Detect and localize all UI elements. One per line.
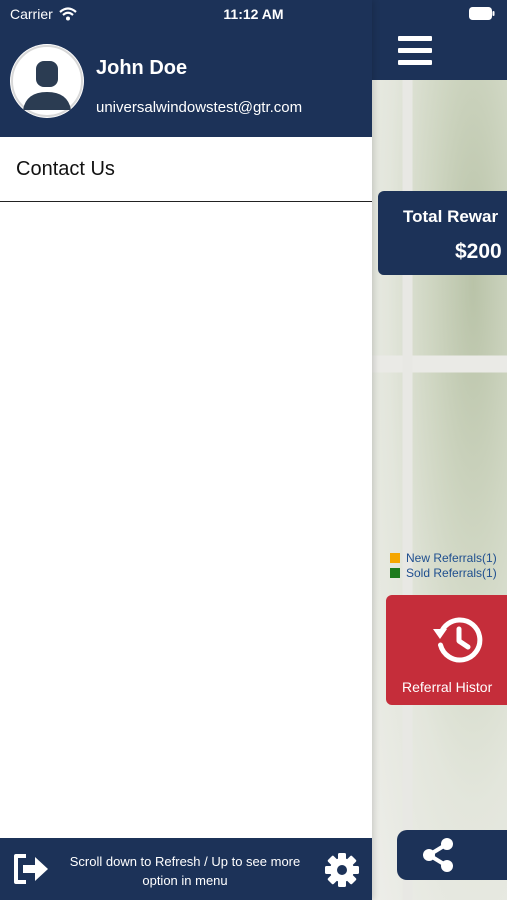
legend-new-referrals: New Referrals(1): [390, 550, 497, 565]
share-button[interactable]: [397, 830, 507, 880]
hamburger-icon[interactable]: [398, 36, 432, 66]
user-email: universalwindowstest@gtr.com: [96, 99, 303, 116]
drawer-footer: Scroll down to Refresh / Up to see more …: [0, 838, 372, 900]
menu-item-label: Contact Us: [16, 158, 115, 180]
logout-icon[interactable]: [12, 853, 50, 885]
gear-icon[interactable]: [323, 851, 361, 889]
battery-icon: [469, 7, 495, 20]
referral-history-button[interactable]: Referral Histor: [386, 595, 507, 705]
rewards-amount: $200: [455, 240, 502, 263]
user-avatar-icon: [10, 44, 84, 118]
status-time: 11:12 AM: [223, 6, 284, 22]
referral-history-label: Referral Histor: [402, 679, 493, 695]
status-bar: Carrier 11:12 AM: [0, 0, 507, 28]
user-name: John Doe: [96, 57, 188, 79]
rewards-title: Total Rewar: [403, 207, 499, 226]
referrals-legend: New Referrals(1) Sold Referrals(1): [390, 550, 497, 580]
history-icon: [433, 617, 483, 663]
total-rewards-card: Total Rewar $200: [378, 191, 507, 275]
navigation-drawer: John Doe universalwindowstest@gtr.com Co…: [0, 0, 372, 900]
legend-label: Sold Referrals(1): [406, 565, 497, 580]
legend-label: New Referrals(1): [406, 550, 497, 565]
legend-swatch-orange: [390, 552, 400, 563]
legend-swatch-green: [390, 567, 400, 578]
footer-hint-text: Scroll down to Refresh / Up to see more …: [69, 854, 301, 888]
share-icon: [423, 838, 453, 872]
menu-item-contact-us[interactable]: Contact Us: [0, 137, 372, 202]
legend-sold-referrals: Sold Referrals(1): [390, 565, 497, 580]
